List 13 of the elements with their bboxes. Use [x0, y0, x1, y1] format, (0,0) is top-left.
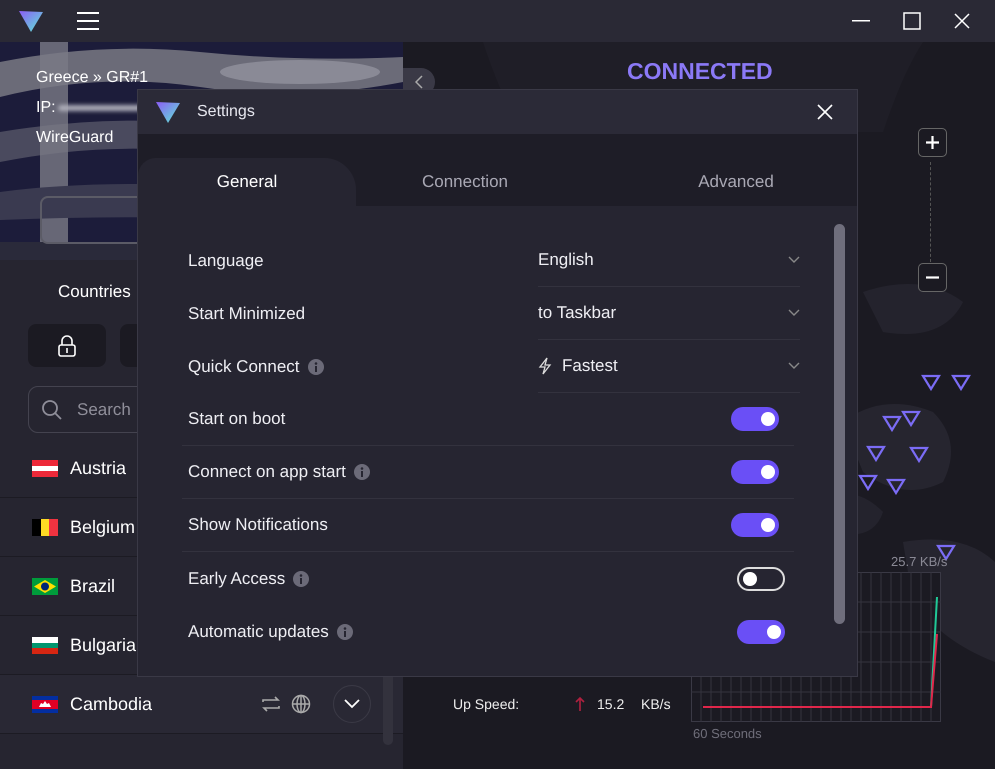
- setting-label: Start Minimized: [188, 302, 306, 325]
- connection-status: CONNECTED: [627, 57, 773, 86]
- setting-label: Early Access: [188, 568, 286, 590]
- setting-label: Automatic updates: [188, 620, 329, 643]
- speed-unit: KB/s: [641, 694, 671, 714]
- speed-value: 15.2: [597, 694, 626, 714]
- setting-label: Connect on app start: [188, 461, 346, 484]
- setting-label: Show Notifications: [188, 514, 328, 536]
- setting-label: Start on boot: [188, 408, 286, 430]
- graph-time-label: 60 Seconds: [693, 725, 762, 743]
- setting-label: Quick Connect: [188, 356, 300, 378]
- graph-max-label: 25.7 KB/s: [891, 553, 948, 571]
- speed-label: Up Speed:: [453, 694, 520, 714]
